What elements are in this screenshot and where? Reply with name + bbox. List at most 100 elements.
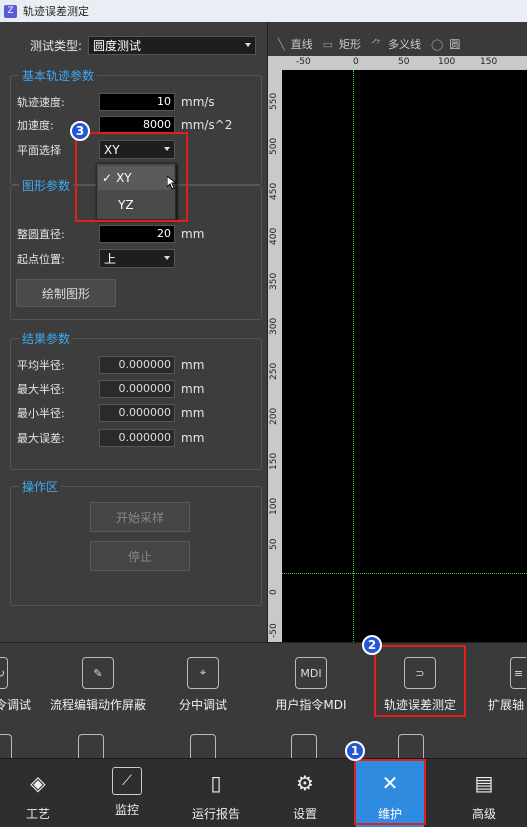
max-error-label: 最大误差:	[17, 432, 65, 445]
speed-input[interactable]: 10	[99, 93, 175, 111]
draw-shape-button[interactable]: 绘制图形	[16, 279, 116, 307]
chart-line-icon: ⟋	[112, 767, 142, 795]
ruler-tick: 300	[269, 317, 279, 335]
highlight-box-3	[75, 132, 188, 222]
certificate-icon: ▤	[474, 771, 494, 795]
x-axis-gridline	[282, 573, 527, 574]
min-radius-unit: mm	[181, 406, 205, 420]
rect-tool-label: 矩形	[339, 38, 362, 51]
min-radius-field: 最小半径: 0.000000 mm	[17, 404, 204, 422]
func-label: 用户指令MDI	[275, 698, 347, 712]
ruler-tick: 450	[269, 182, 279, 200]
shape-params-title: 图形参数	[19, 177, 74, 194]
func-item-center-debug[interactable]: ⌖ 分中调试	[172, 657, 234, 713]
step-badge-1: 1	[345, 741, 365, 761]
polyline-icon: ⺈	[371, 38, 383, 51]
func-item-extend-axis[interactable]: ≡ 扩展轴	[488, 657, 527, 713]
circle-icon: ◯	[431, 37, 444, 51]
max-radius-unit: mm	[181, 382, 205, 396]
func-icon-partial[interactable]	[190, 734, 216, 758]
nav-item-craft[interactable]: ◈ 工艺	[0, 759, 76, 827]
avg-radius-label: 平均半径:	[17, 359, 65, 372]
line-tool-label: 直线	[290, 38, 313, 51]
ruler-tick: 50	[269, 538, 279, 550]
max-radius-label: 最大半径:	[17, 383, 65, 396]
ruler-tick: 100	[438, 57, 456, 67]
func-icon-partial[interactable]	[291, 734, 317, 758]
avg-radius-field: 平均半径: 0.000000 mm	[17, 356, 204, 374]
nav-item-advanced[interactable]: ▤ 高级	[446, 759, 522, 827]
stop-button[interactable]: 停止	[90, 541, 190, 571]
ruler-tick: 400	[269, 227, 279, 245]
nav-label: 运行报告	[191, 807, 240, 821]
rectangle-icon: ▭	[322, 37, 334, 51]
drawing-canvas[interactable]: -50 0 50 100 150 550 500 450 400 350 300…	[268, 56, 527, 642]
edit-lock-icon: ✎	[82, 657, 114, 689]
highlight-box-2	[374, 645, 466, 717]
nav-label: 高级	[471, 807, 496, 821]
basic-params-title: 基本轨迹参数	[19, 67, 98, 84]
test-type-row: 测试类型: 圆度测试	[30, 36, 257, 55]
nav-item-monitor[interactable]: ⟋ 监控	[89, 759, 165, 827]
start-sampling-button[interactable]: 开始采样	[90, 502, 190, 532]
func-icon-partial[interactable]	[78, 734, 104, 758]
app-window: Z 轨迹误差测定 测试类型: 圆度测试 基本轨迹参数 轨迹速度: 10 mm/s…	[0, 0, 527, 827]
start-position-select[interactable]: 上	[99, 249, 175, 268]
func-item-mdi[interactable]: MDI 用户指令MDI	[268, 657, 354, 713]
layers-icon: ◈	[30, 771, 46, 795]
list-icon: ≡	[510, 657, 526, 689]
start-position-value: 上	[104, 252, 117, 266]
avg-radius-unit: mm	[181, 358, 205, 372]
nav-label: 工艺	[25, 807, 50, 821]
test-type-select[interactable]: 圆度测试	[88, 36, 257, 55]
line-tool[interactable]: ╲ 直线	[278, 36, 313, 52]
nav-item-report[interactable]: ▯ 运行报告	[178, 759, 254, 827]
step-badge-3: 3	[70, 121, 90, 141]
ops-title: 操作区	[19, 478, 62, 495]
horizontal-ruler: -50 0 50 100 150	[268, 56, 527, 70]
polyline-tool-label: 多义线	[388, 38, 422, 51]
rect-tool[interactable]: ▭ 矩形	[323, 36, 361, 52]
ruler-tick: 0	[353, 57, 359, 67]
nav-item-settings[interactable]: ⚙ 设置	[267, 759, 343, 827]
func-label: 扩展轴	[488, 698, 525, 712]
y-axis-gridline	[353, 70, 354, 642]
test-type-label: 测试类型:	[30, 39, 83, 53]
circle-tool[interactable]: ◯ 圆	[431, 36, 460, 52]
circle-tool-label: 圆	[449, 38, 461, 51]
mdi-icon: MDI	[295, 657, 327, 689]
diameter-input[interactable]: 20	[99, 225, 175, 243]
min-radius-label: 最小半径:	[17, 407, 65, 420]
nav-label: 监控	[114, 803, 139, 817]
func-label: 分中调试	[178, 698, 227, 712]
app-icon: Z	[4, 4, 17, 18]
diameter-label: 整圆直径:	[17, 228, 65, 241]
chevron-down-icon	[164, 256, 170, 260]
func-icon-partial[interactable]	[0, 734, 12, 758]
start-position-label: 起点位置:	[17, 252, 65, 266]
nav-label: 设置	[292, 807, 317, 821]
func-item-flow-edit[interactable]: ✎ 流程编辑动作屏蔽	[45, 657, 151, 713]
max-error-unit: mm	[181, 431, 205, 445]
test-type-value: 圆度测试	[93, 39, 142, 53]
min-radius-value: 0.000000	[99, 404, 175, 422]
gear-icon: ⚙	[296, 771, 314, 795]
max-error-field: 最大误差: 0.000000 mm	[17, 429, 204, 447]
chevron-down-icon	[245, 43, 252, 47]
ruler-tick: 550	[269, 92, 279, 110]
ruler-tick: 500	[269, 137, 279, 155]
drawing-toolbar: ╲ 直线 ▭ 矩形 ⺈多义线 ◯ 圆	[268, 32, 527, 56]
ruler-tick: -50	[296, 57, 311, 67]
func-icon-partial[interactable]	[398, 734, 424, 758]
diameter-unit: mm	[181, 227, 205, 241]
max-radius-field: 最大半径: 0.000000 mm	[17, 380, 204, 398]
highlight-box-1	[354, 759, 426, 825]
ruler-tick: 100	[269, 497, 279, 515]
avg-radius-value: 0.000000	[99, 356, 175, 374]
title-bar: Z 轨迹误差测定	[0, 0, 527, 22]
ruler-tick: 150	[269, 452, 279, 470]
polyline-tool[interactable]: ⺈多义线	[371, 36, 421, 52]
ruler-tick: 50	[398, 57, 410, 67]
speed-label: 轨迹速度:	[17, 96, 65, 109]
func-item-cmd-debug[interactable]: ↻ 令调试	[0, 657, 32, 713]
